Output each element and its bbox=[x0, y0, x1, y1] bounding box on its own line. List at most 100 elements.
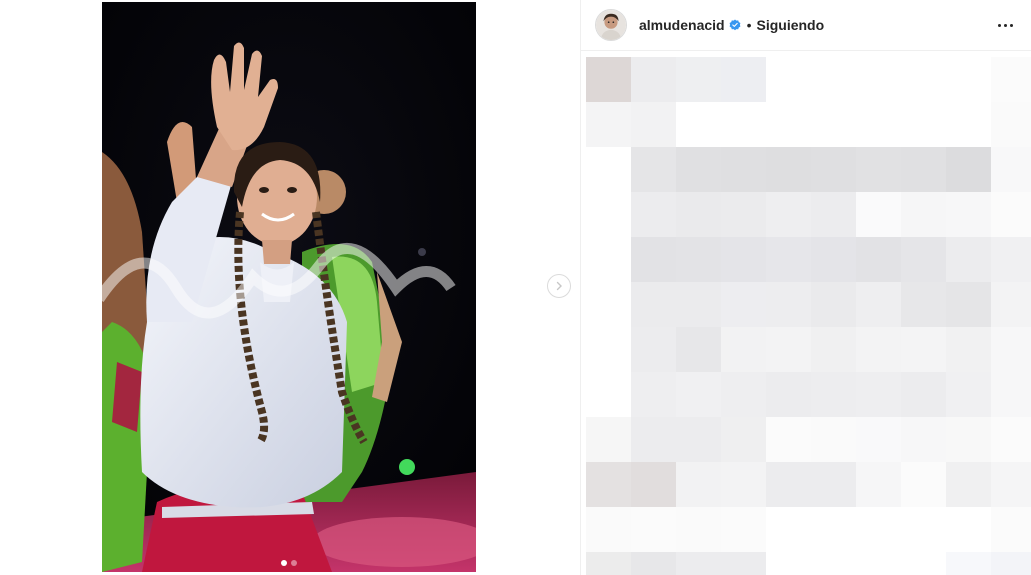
pixel-block bbox=[856, 102, 901, 147]
pixel-block bbox=[856, 282, 901, 327]
more-options-icon[interactable] bbox=[993, 13, 1017, 37]
pixel-block bbox=[991, 327, 1031, 372]
pixel-block bbox=[991, 57, 1031, 102]
pixel-block bbox=[901, 192, 946, 237]
pixel-block bbox=[991, 192, 1031, 237]
pixel-block bbox=[721, 57, 766, 102]
pixel-block bbox=[901, 372, 946, 417]
pixel-block bbox=[991, 237, 1031, 282]
pixel-block bbox=[811, 102, 856, 147]
pixel-block bbox=[811, 417, 856, 462]
pixel-block bbox=[631, 282, 676, 327]
pixel-block bbox=[676, 102, 721, 147]
pixel-block bbox=[586, 192, 631, 237]
pixel-block bbox=[631, 372, 676, 417]
pixel-block bbox=[811, 57, 856, 102]
pixel-block bbox=[676, 417, 721, 462]
following-button[interactable]: Siguiendo bbox=[757, 17, 825, 33]
pixel-block bbox=[766, 102, 811, 147]
pixel-block bbox=[991, 462, 1031, 507]
post-photo[interactable] bbox=[102, 2, 476, 572]
pixel-block bbox=[721, 237, 766, 282]
pixel-block bbox=[631, 507, 676, 552]
chevron-right-icon bbox=[556, 281, 562, 291]
pixel-block bbox=[766, 192, 811, 237]
pixel-block bbox=[811, 327, 856, 372]
pixel-block bbox=[766, 57, 811, 102]
pixel-block bbox=[586, 507, 631, 552]
pixel-block bbox=[991, 507, 1031, 552]
pixel-block bbox=[676, 372, 721, 417]
pixel-block bbox=[856, 57, 901, 102]
pixel-block bbox=[901, 552, 946, 575]
pixel-block bbox=[811, 192, 856, 237]
pixel-block bbox=[631, 192, 676, 237]
pixel-block bbox=[901, 102, 946, 147]
pixel-block bbox=[766, 417, 811, 462]
pixel-block bbox=[721, 417, 766, 462]
photographer-signature bbox=[102, 243, 456, 319]
pixel-block bbox=[631, 327, 676, 372]
pixel-block bbox=[586, 462, 631, 507]
pixel-block bbox=[901, 282, 946, 327]
pixel-block bbox=[811, 552, 856, 575]
pixel-block bbox=[676, 282, 721, 327]
pixel-block bbox=[721, 507, 766, 552]
pixel-block bbox=[901, 147, 946, 192]
pixel-block bbox=[766, 327, 811, 372]
pixel-block bbox=[856, 462, 901, 507]
pixel-block bbox=[766, 462, 811, 507]
pixelated-comments-area bbox=[586, 57, 1031, 575]
pixel-block bbox=[811, 147, 856, 192]
pixel-block bbox=[721, 552, 766, 575]
pixel-block bbox=[766, 372, 811, 417]
pixel-block bbox=[631, 417, 676, 462]
post-header: almudenacid • Siguiendo bbox=[581, 0, 1031, 51]
pixel-block bbox=[856, 417, 901, 462]
pixel-block bbox=[901, 327, 946, 372]
pixel-block bbox=[586, 417, 631, 462]
pixel-block bbox=[946, 192, 991, 237]
pixel-block bbox=[856, 327, 901, 372]
username-link[interactable]: almudenacid bbox=[639, 17, 725, 33]
pixel-block bbox=[586, 327, 631, 372]
pixel-block bbox=[586, 552, 631, 575]
pixel-block bbox=[991, 372, 1031, 417]
pixel-block bbox=[811, 372, 856, 417]
pixel-block bbox=[766, 507, 811, 552]
pixel-block bbox=[901, 417, 946, 462]
pixel-block bbox=[721, 282, 766, 327]
pixel-block bbox=[991, 417, 1031, 462]
pixel-block bbox=[586, 147, 631, 192]
pixel-block bbox=[676, 327, 721, 372]
avatar-image bbox=[596, 10, 626, 40]
pixel-block bbox=[946, 552, 991, 575]
next-slide-button[interactable] bbox=[547, 274, 571, 298]
pixel-block bbox=[946, 327, 991, 372]
pixel-block bbox=[856, 372, 901, 417]
pixel-block bbox=[991, 147, 1031, 192]
pixel-block bbox=[586, 57, 631, 102]
pixel-block bbox=[676, 147, 721, 192]
pixel-block bbox=[901, 507, 946, 552]
pixel-block bbox=[946, 282, 991, 327]
post-side-panel: almudenacid • Siguiendo bbox=[580, 0, 1031, 575]
pixel-block bbox=[946, 147, 991, 192]
pixel-block bbox=[901, 237, 946, 282]
pixel-block bbox=[676, 237, 721, 282]
pixel-block bbox=[811, 462, 856, 507]
pixel-block bbox=[856, 507, 901, 552]
pixel-block bbox=[676, 552, 721, 575]
pixel-block bbox=[856, 237, 901, 282]
pixel-block bbox=[721, 102, 766, 147]
pixel-block bbox=[901, 57, 946, 102]
pixel-block bbox=[991, 282, 1031, 327]
pixel-block bbox=[586, 282, 631, 327]
pixel-block bbox=[901, 462, 946, 507]
pixel-block bbox=[946, 462, 991, 507]
pixel-block bbox=[766, 147, 811, 192]
avatar[interactable] bbox=[595, 9, 627, 41]
verified-badge-icon bbox=[729, 19, 741, 31]
post-media-area bbox=[0, 0, 580, 575]
pixel-block bbox=[586, 237, 631, 282]
